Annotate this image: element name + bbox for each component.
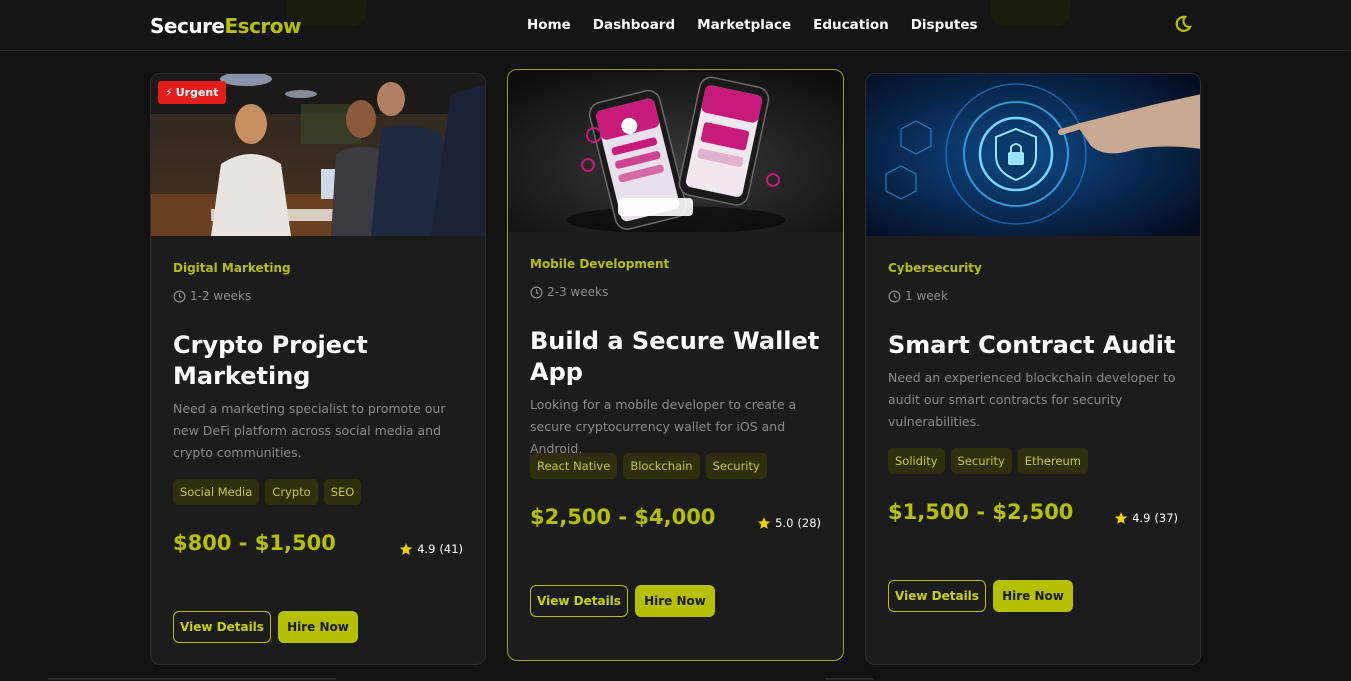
view-details-button[interactable]: View Details <box>530 585 628 617</box>
job-image-cyber-lock <box>866 74 1200 236</box>
job-duration: 1 week <box>888 289 948 303</box>
rating-value: 5.0 <box>775 516 794 530</box>
job-description: Looking for a mobile developer to create… <box>530 397 797 456</box>
nav-link-disputes[interactable]: Disputes <box>911 17 978 33</box>
job-duration-text: 2-3 weeks <box>547 285 609 299</box>
star-icon <box>399 543 413 555</box>
view-details-button[interactable]: View Details <box>888 580 986 612</box>
job-duration-text: 1 week <box>905 289 948 303</box>
job-title[interactable]: Build a Secure Wallet App <box>530 326 820 388</box>
scroll-indicator <box>826 678 874 680</box>
view-details-button[interactable]: View Details <box>173 611 271 643</box>
nav-link-education[interactable]: Education <box>813 17 889 33</box>
job-title[interactable]: Crypto Project Marketing <box>173 330 393 392</box>
job-price: $2,500 - $4,000 <box>530 505 716 529</box>
nav-link-marketplace[interactable]: Marketplace <box>697 17 791 33</box>
job-card: ⚡ Urgent Digital Marketing 1-2 weeks Cryp… <box>150 73 486 665</box>
nav-link-dashboard[interactable]: Dashboard <box>593 17 675 33</box>
job-card-featured: Mobile Development 2-3 weeks Build a Sec… <box>507 69 844 661</box>
tag[interactable]: React Native <box>530 453 618 479</box>
job-description: Need a marketing specialist to promote o… <box>173 401 446 460</box>
job-rating: 4.9 (37) <box>1114 511 1178 525</box>
job-tags: React Native Blockchain Security <box>530 453 767 479</box>
rating-value: 4.9 <box>417 542 436 556</box>
job-title[interactable]: Smart Contract Audit <box>888 330 1188 361</box>
hire-now-button[interactable]: Hire Now <box>278 611 358 643</box>
tag[interactable]: Security <box>950 448 1012 474</box>
job-tags: Solidity Security Ethereum <box>888 448 1088 474</box>
rating-value: 4.9 <box>1132 511 1151 525</box>
clock-icon <box>888 290 901 302</box>
job-category: Mobile Development <box>530 257 670 271</box>
nav-links: Home Dashboard Marketplace Education Dis… <box>527 17 978 33</box>
tag[interactable]: SEO <box>323 479 362 505</box>
hire-now-button[interactable]: Hire Now <box>993 580 1073 612</box>
tag[interactable]: Crypto <box>265 479 318 505</box>
nav-glow-decoration <box>990 0 1070 26</box>
job-tags: Social Media Crypto SEO <box>173 479 362 505</box>
scroll-indicator <box>48 678 336 680</box>
job-category: Cybersecurity <box>888 261 982 275</box>
tag[interactable]: Ethereum <box>1017 448 1088 474</box>
lightning-icon: ⚡ <box>165 86 173 99</box>
tag[interactable]: Social Media <box>173 479 260 505</box>
job-rating: 5.0 (28) <box>757 516 821 530</box>
star-icon <box>757 517 771 529</box>
job-duration: 2-3 weeks <box>530 285 608 299</box>
tag[interactable]: Blockchain <box>623 453 700 479</box>
job-image-wallet-app <box>508 70 843 232</box>
clock-icon <box>530 286 543 298</box>
logo-text-escrow: Escrow <box>224 14 302 38</box>
job-card: Cybersecurity 1 week Smart Contract Audi… <box>865 73 1201 665</box>
clock-icon <box>173 290 186 302</box>
tag[interactable]: Solidity <box>888 448 945 474</box>
job-price: $1,500 - $2,500 <box>888 500 1074 524</box>
job-category: Digital Marketing <box>173 261 291 275</box>
nav-link-home[interactable]: Home <box>527 17 571 33</box>
job-description: Need an experienced blockchain developer… <box>888 370 1176 429</box>
navbar: SecureEscrow Home Dashboard Marketplace … <box>0 0 1351 51</box>
job-duration: 1-2 weeks <box>173 289 251 303</box>
star-icon <box>1114 512 1128 524</box>
job-duration-text: 1-2 weeks <box>190 289 252 303</box>
hire-now-button[interactable]: Hire Now <box>635 585 715 617</box>
urgent-badge-label: Urgent <box>175 86 219 99</box>
urgent-badge: ⚡ Urgent <box>158 81 226 104</box>
rating-count: (28) <box>797 516 821 530</box>
tag[interactable]: Security <box>705 453 767 479</box>
moon-icon[interactable] <box>1174 15 1192 33</box>
job-rating: 4.9 (41) <box>399 542 463 556</box>
rating-count: (41) <box>439 542 463 556</box>
logo[interactable]: SecureEscrow <box>150 14 302 38</box>
job-price: $800 - $1,500 <box>173 531 336 555</box>
rating-count: (37) <box>1154 511 1178 525</box>
logo-text-secure: Secure <box>150 14 225 38</box>
